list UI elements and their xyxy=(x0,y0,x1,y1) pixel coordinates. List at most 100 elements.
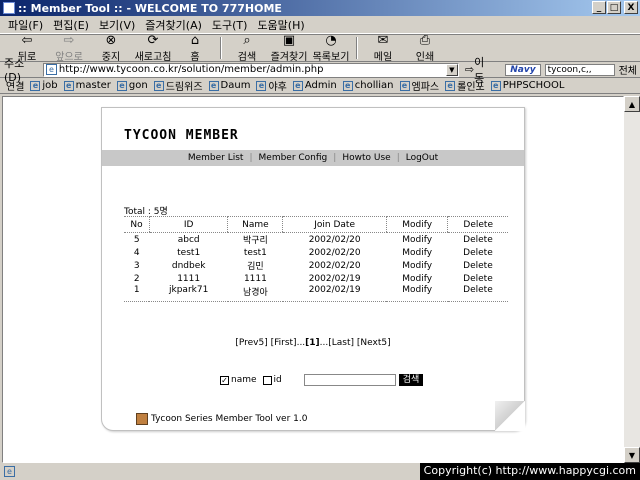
minimize-button[interactable]: _ xyxy=(592,1,606,14)
modify-link[interactable]: Modify xyxy=(386,246,448,259)
link-item[interactable]: e gon xyxy=(116,80,148,91)
link-item[interactable]: e 야후 xyxy=(256,78,287,93)
mail-button[interactable]: ✉ 메일 xyxy=(366,33,400,63)
window-controls: _ □ X xyxy=(592,1,638,14)
link-item[interactable]: e 드림위즈 xyxy=(153,78,203,93)
back-arrow-icon: ⇦ xyxy=(21,33,33,48)
printer-icon: ⎙ xyxy=(419,33,431,48)
search-icon: ⌕ xyxy=(243,33,251,48)
modify-link[interactable]: Modify xyxy=(386,259,448,272)
forward-button[interactable]: ⇨ 앞으로 xyxy=(52,33,86,63)
modify-link[interactable]: Modify xyxy=(386,233,448,247)
modify-link[interactable]: Modify xyxy=(386,272,448,285)
history-icon: ◔ xyxy=(325,33,337,48)
link-item[interactable]: e job xyxy=(30,80,58,91)
delete-link[interactable]: Delete xyxy=(448,233,508,247)
links-label: 연결 xyxy=(6,82,25,93)
nav-member-list[interactable]: Member List xyxy=(182,153,250,163)
footer: Tycoon Series Member Tool ver 1.0 xyxy=(136,413,307,425)
address-url: http://www.tycoon.co.kr/solution/member/… xyxy=(58,64,324,75)
modify-link[interactable]: Modify xyxy=(386,285,448,302)
home-button[interactable]: ⌂ 홈 xyxy=(178,33,212,63)
refresh-button[interactable]: ⟳ 새로고침 xyxy=(135,33,172,63)
vertical-scrollbar[interactable]: ▲ ▼ xyxy=(624,96,640,463)
name-checkbox-label: name xyxy=(231,375,257,385)
link-item[interactable]: e Admin xyxy=(292,80,337,91)
favorites-folder-icon: ▣ xyxy=(282,33,296,48)
ie-app-icon xyxy=(3,2,15,14)
table-row: 3 dndbek 김민 2002/02/20 Modify Delete xyxy=(124,259,508,273)
ie-page-icon: e xyxy=(342,80,353,91)
scroll-up-arrow-icon[interactable]: ▲ xyxy=(624,96,640,112)
ie-page-icon: e xyxy=(153,80,164,91)
search-submit-button[interactable]: 검색 xyxy=(398,374,424,386)
col-modify: Modify xyxy=(385,216,448,233)
go-arrow-icon: ⇨ xyxy=(464,63,475,76)
page-curl-corner xyxy=(495,401,525,431)
refresh-icon: ⟳ xyxy=(147,33,159,48)
ie-page-icon: e xyxy=(63,80,74,91)
forward-arrow-icon: ⇨ xyxy=(63,33,75,48)
stop-icon: ⊗ xyxy=(105,33,117,48)
member-tool-panel: TYCOON MEMBER Member List | Member Confi… xyxy=(101,107,525,431)
tool-icon xyxy=(136,413,148,425)
menu-view[interactable]: 보기(V) xyxy=(99,17,135,33)
page-icon: e xyxy=(45,64,57,75)
name-checkbox[interactable]: ✓ xyxy=(220,375,229,385)
address-input[interactable]: e http://www.tycoon.co.kr/solution/membe… xyxy=(42,62,459,77)
nav-logout[interactable]: LogOut xyxy=(400,153,444,163)
close-button[interactable]: X xyxy=(624,1,638,14)
pager-current: [1] xyxy=(305,338,320,348)
pagination: [Prev5] [First]...[1]...[Last] [Next5] xyxy=(235,338,391,348)
favorites-button[interactable]: ▣ 즐겨찾기 xyxy=(271,33,308,63)
scroll-down-arrow-icon[interactable]: ▼ xyxy=(624,447,640,463)
nav-howto-use[interactable]: Howto Use xyxy=(336,153,396,163)
navy-search-toolbar: Navy tycoon,c,, 전체 xyxy=(505,63,640,77)
pager-next5[interactable]: [Next5] xyxy=(357,338,391,348)
page-viewport: TYCOON MEMBER Member List | Member Confi… xyxy=(2,96,624,463)
col-id: ID xyxy=(148,216,228,233)
toolbar-separator xyxy=(356,37,358,59)
delete-link[interactable]: Delete xyxy=(447,285,508,302)
link-item[interactable]: e master xyxy=(63,80,111,91)
link-item[interactable]: e 롤인포 xyxy=(445,78,485,93)
menu-help[interactable]: 도움말(H) xyxy=(257,17,304,33)
table-header-row: No ID Name Join Date Modify Delete xyxy=(124,216,508,233)
menu-favorites[interactable]: 즐겨찾기(A) xyxy=(145,17,202,33)
chevron-down-icon[interactable]: ▼ xyxy=(445,63,458,76)
link-item[interactable]: e PHPSCHOOL xyxy=(490,80,564,91)
search-input[interactable] xyxy=(303,374,396,386)
history-button[interactable]: ◔ 목록보기 xyxy=(313,33,350,63)
ie-page-icon: e xyxy=(490,80,501,91)
print-button[interactable]: ⎙ 인쇄 xyxy=(408,33,442,63)
page-status-icon: e xyxy=(4,466,15,477)
menu-edit[interactable]: 편집(E) xyxy=(53,17,89,33)
pager-prev5[interactable]: [Prev5] xyxy=(235,338,267,348)
link-item[interactable]: e chollian xyxy=(342,80,394,91)
menu-file[interactable]: 파일(F) xyxy=(8,17,43,33)
pager-last[interactable]: [Last] xyxy=(328,338,354,348)
table-row: 5 abcd 박구리 2002/02/20 Modify Delete xyxy=(124,233,508,247)
footer-text: Tycoon Series Member Tool ver 1.0 xyxy=(151,414,308,424)
table-row: 1 jkpark71 남경아 2002/02/19 Modify Delete xyxy=(124,285,508,302)
navy-all-button[interactable]: 전체 xyxy=(619,62,637,77)
delete-link[interactable]: Delete xyxy=(448,246,508,259)
stop-button[interactable]: ⊗ 중지 xyxy=(94,33,128,63)
window-title-bar: :: Member Tool :: - WELCOME TO 777HOME _… xyxy=(0,0,640,16)
navy-search-input[interactable]: tycoon,c,, xyxy=(544,63,615,76)
link-item[interactable]: e 엠파스 xyxy=(399,78,439,93)
delete-link[interactable]: Delete xyxy=(448,272,508,285)
link-item[interactable]: e Daum xyxy=(208,80,250,91)
delete-link[interactable]: Delete xyxy=(448,259,508,272)
search-form: ✓ name id 검색 xyxy=(220,374,424,386)
table-row: 2 1111 1111 2002/02/19 Modify Delete xyxy=(124,272,508,285)
id-checkbox[interactable] xyxy=(262,375,272,385)
pager-first[interactable]: [First] xyxy=(271,338,297,348)
nav-member-config[interactable]: Member Config xyxy=(253,153,334,163)
search-button[interactable]: ⌕ 검색 xyxy=(230,33,264,63)
maximize-button[interactable]: □ xyxy=(607,1,621,14)
id-checkbox-label: id xyxy=(273,375,282,385)
ie-page-icon: e xyxy=(256,80,267,91)
toolbar-separator xyxy=(220,37,222,59)
menu-tools[interactable]: 도구(T) xyxy=(212,17,248,33)
